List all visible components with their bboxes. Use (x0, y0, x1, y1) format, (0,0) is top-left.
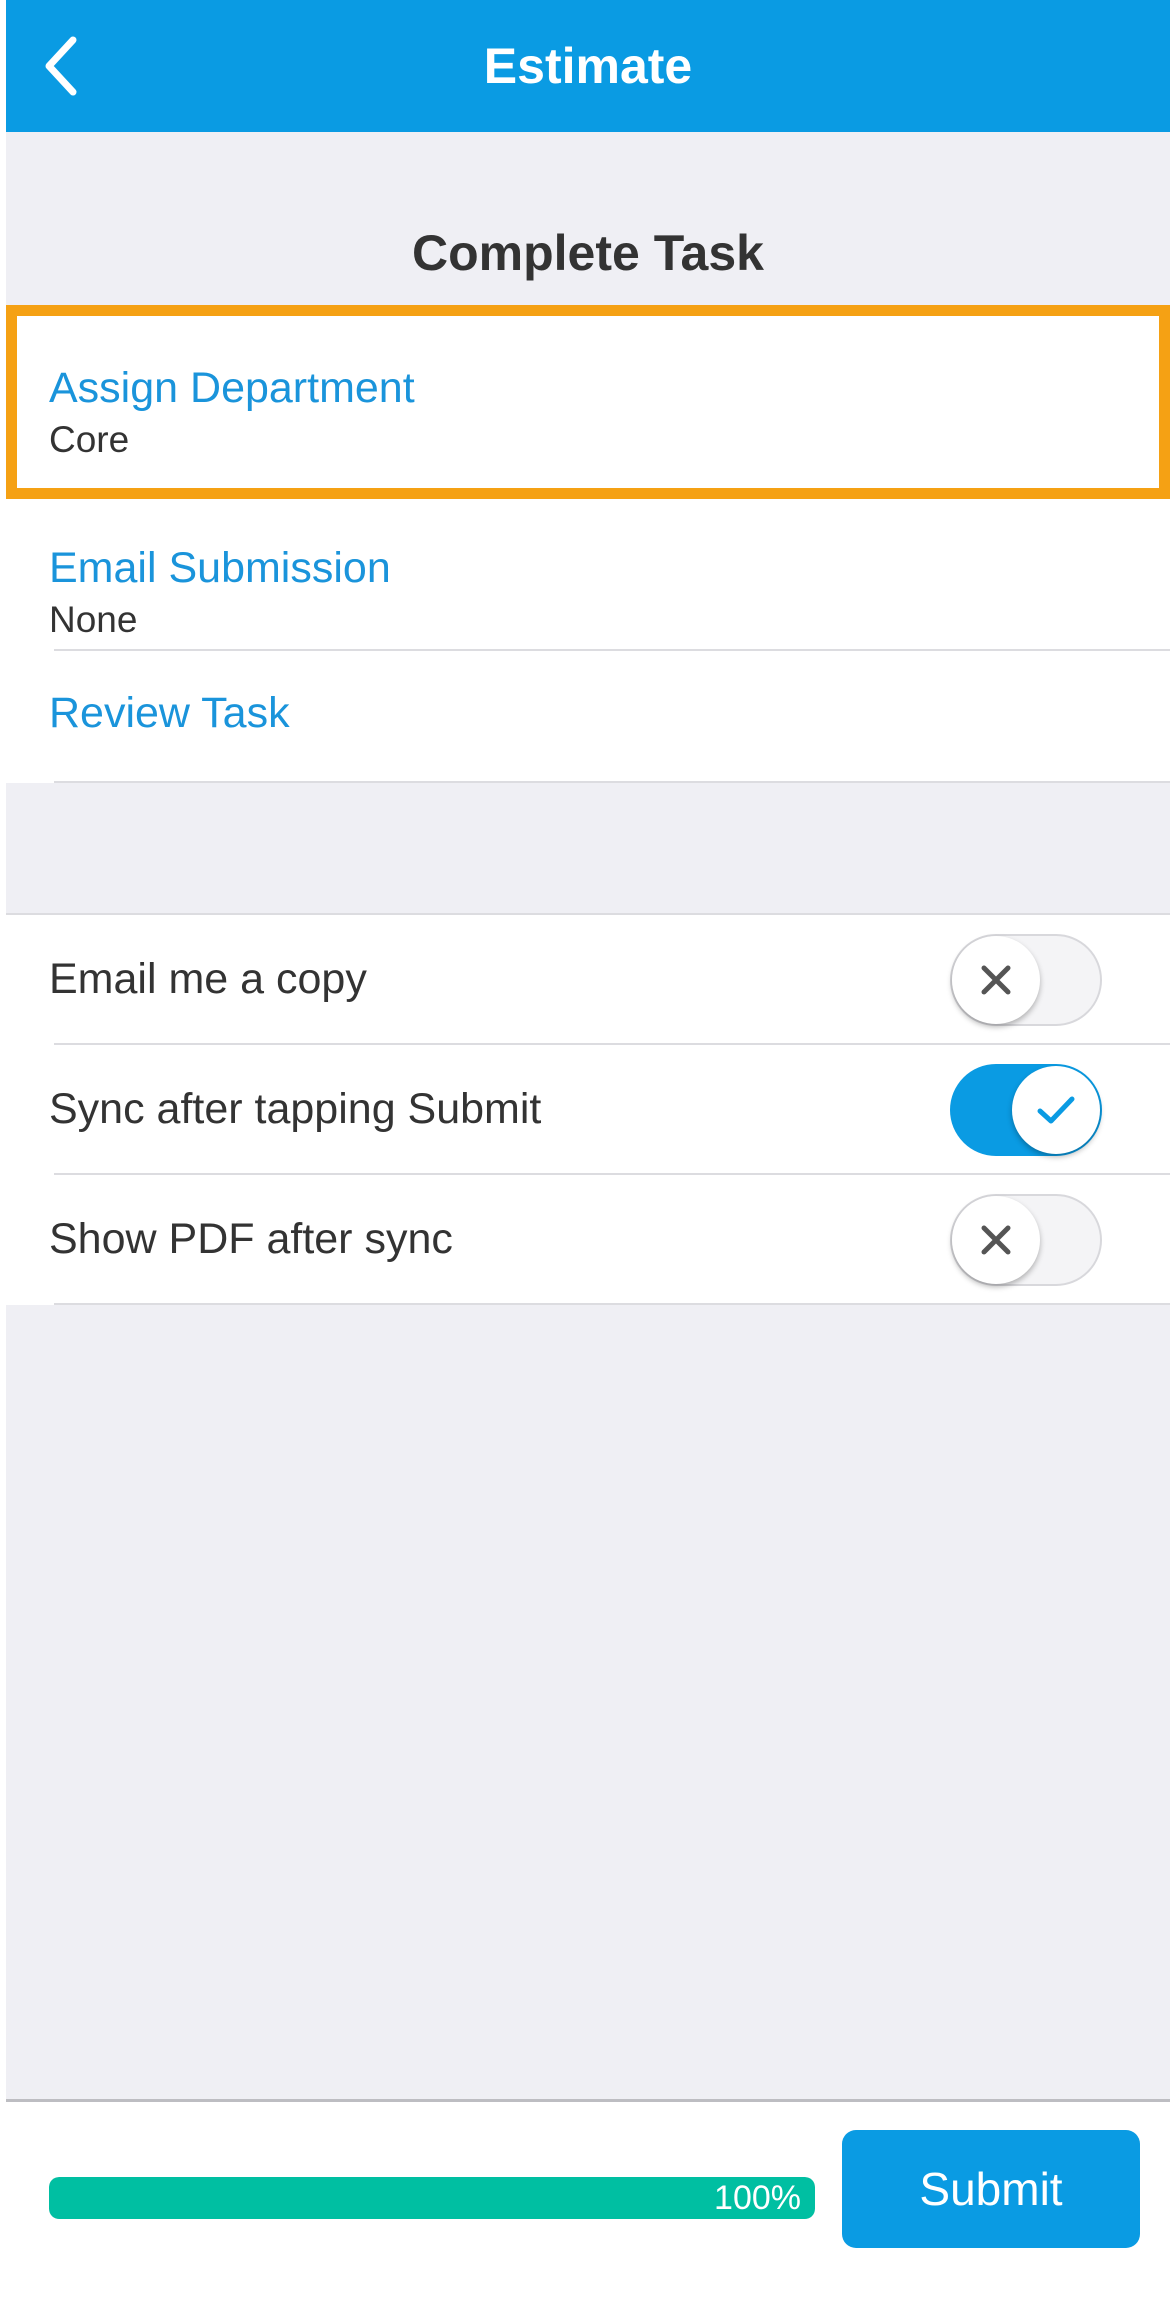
submit-button[interactable]: Submit (842, 2130, 1140, 2248)
page-title: Estimate (483, 38, 693, 94)
section-title: Complete Task (412, 225, 764, 281)
sync-after-submit-row: Sync after tapping Submit (6, 1045, 1170, 1175)
sync-after-submit-label: Sync after tapping Submit (49, 1085, 542, 1133)
toggle-knob (952, 1196, 1040, 1284)
app-screen: Estimate Complete Task Assign Department… (6, 0, 1170, 2313)
show-pdf-row: Show PDF after sync (6, 1175, 1170, 1305)
row-divider (54, 1303, 1170, 1305)
options-list: Email me a copy Sync after tapping Submi… (6, 913, 1170, 1305)
toggle-knob (1012, 1066, 1100, 1154)
review-task-label: Review Task (49, 689, 290, 737)
toggle-knob (952, 936, 1040, 1024)
assign-department-row[interactable]: Assign Department Core (6, 305, 1170, 499)
review-task-row[interactable]: Review Task (6, 651, 1170, 783)
progress-bar: 100% (49, 2177, 815, 2219)
sync-after-submit-toggle[interactable] (950, 1064, 1102, 1156)
checkmark-icon (1037, 1096, 1075, 1124)
close-icon (981, 1225, 1011, 1255)
email-submission-row[interactable]: Email Submission None (6, 499, 1170, 651)
progress-fill (49, 2177, 815, 2219)
row-divider (54, 781, 1170, 783)
chevron-left-icon (45, 36, 77, 96)
assign-department-value: Core (49, 419, 130, 460)
show-pdf-label: Show PDF after sync (49, 1215, 453, 1263)
back-button[interactable] (26, 26, 96, 106)
email-copy-label: Email me a copy (49, 955, 367, 1003)
progress-text: 100% (714, 2179, 801, 2217)
assign-department-label: Assign Department (49, 364, 415, 412)
nav-header: Estimate (6, 0, 1170, 132)
footer-bar: 100% Submit (6, 2099, 1170, 2313)
email-submission-value: None (49, 599, 138, 640)
email-copy-row: Email me a copy (6, 915, 1170, 1045)
email-copy-toggle[interactable] (950, 934, 1102, 1026)
close-icon (981, 965, 1011, 995)
show-pdf-toggle[interactable] (950, 1194, 1102, 1286)
email-submission-label: Email Submission (49, 544, 391, 592)
